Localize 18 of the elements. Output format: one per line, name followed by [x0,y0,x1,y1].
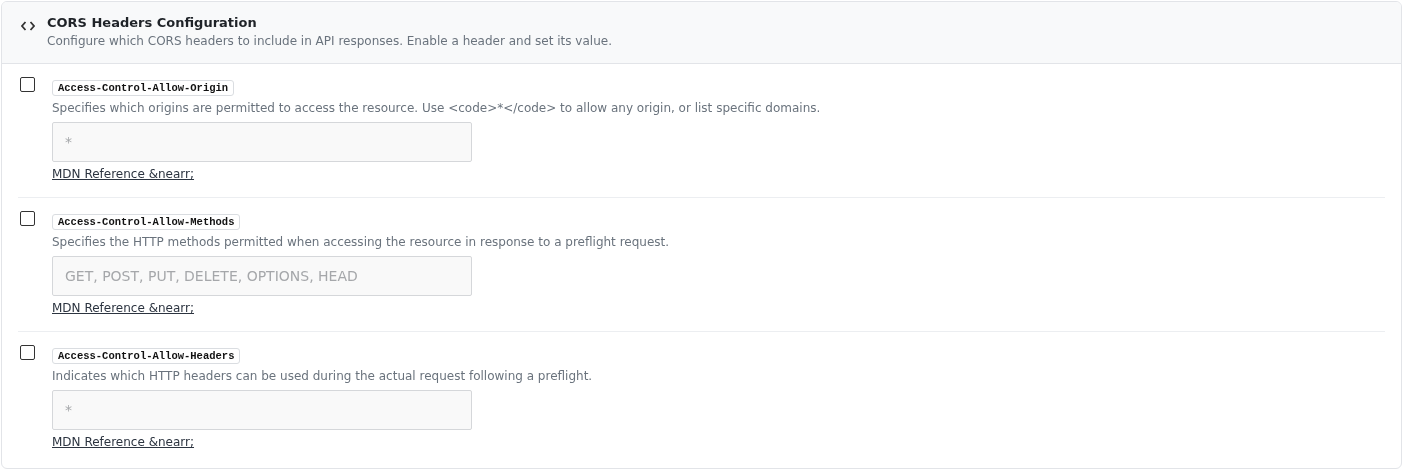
mdn-reference-link[interactable]: MDN Reference &nearr; [52,435,195,449]
value-field[interactable]: GET, POST, PUT, DELETE, OPTIONS, HEAD [52,256,472,296]
header-name: Access-Control-Allow-Methods [52,214,241,230]
header-description: Specifies the HTTP methods permitted when accessing the resource in response to a preflight request. [52,235,670,249]
header-description: Indicates which HTTP headers can be used during the actual request following a preflight. [52,369,593,383]
header-name: Access-Control-Allow-Origin [52,80,235,96]
code-icon [21,21,35,31]
header-checkbox[interactable] [20,211,35,226]
header-checkbox[interactable] [20,77,35,92]
header-description: Specifies which origins are permitted to access the resource. Use <code>*</code> to allow any origin, or list specific domains. [52,101,821,115]
value-field[interactable]: * [52,122,472,162]
header-checkbox[interactable] [20,345,35,360]
panel-description: Configure which CORS headers to include in API responses. Enable a header and set its value. [47,34,612,48]
panel-title: CORS Headers Configuration [47,15,258,30]
mdn-reference-link[interactable]: MDN Reference &nearr; [52,301,195,315]
header-name: Access-Control-Allow-Headers [52,348,241,364]
mdn-reference-link[interactable]: MDN Reference &nearr; [52,167,195,181]
value-field[interactable]: * [52,390,472,430]
